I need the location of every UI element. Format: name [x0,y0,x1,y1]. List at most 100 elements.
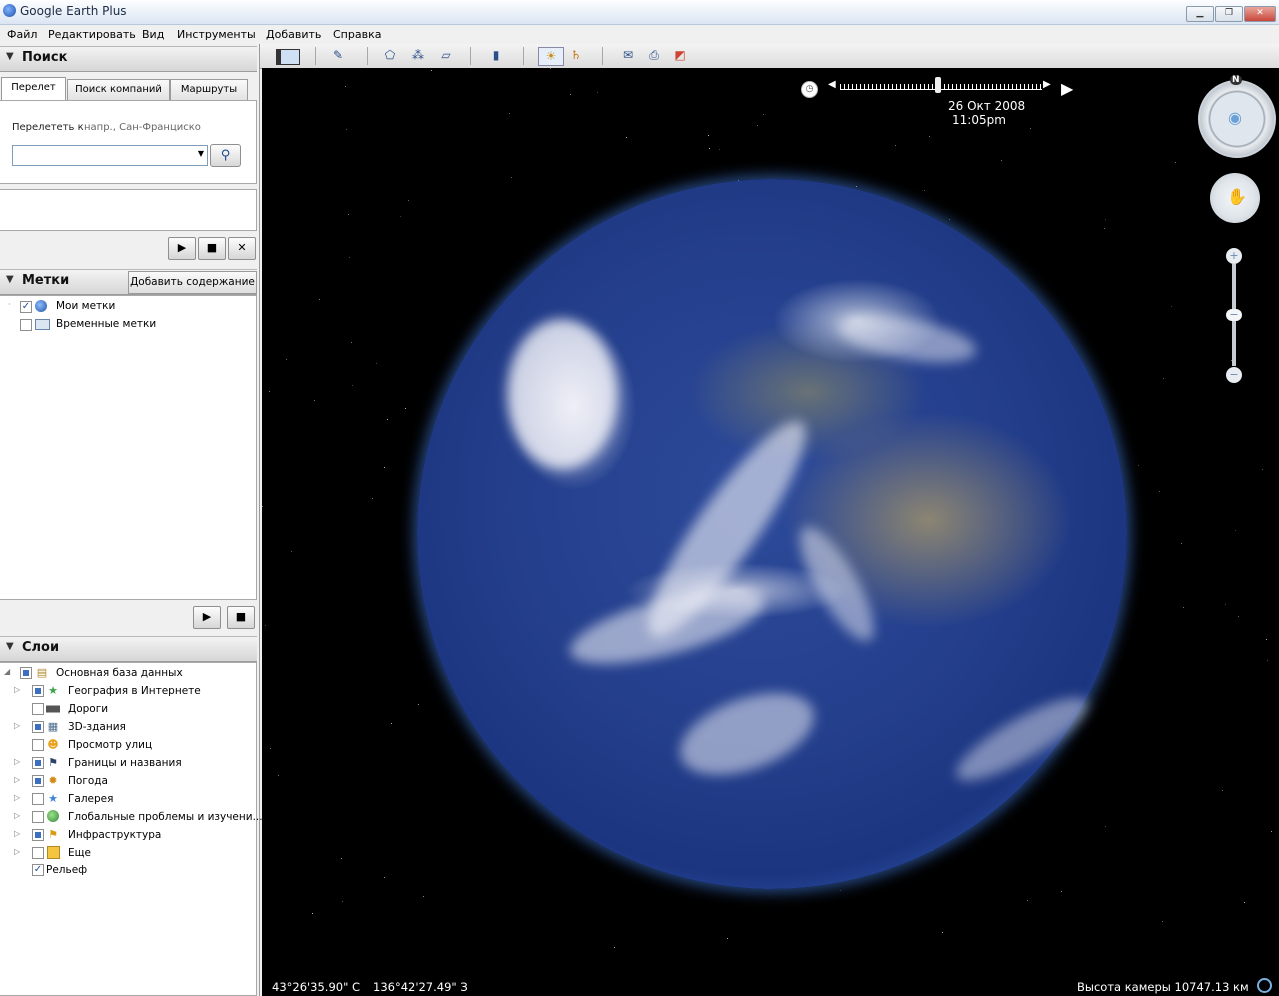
tab-fly-to[interactable]: Перелет [1,77,66,101]
menu-file[interactable]: Файл [7,28,37,41]
zoom-handle[interactable]: − [1226,309,1242,321]
title-bar: Google Earth Plus ▁ ❐ ✕ [0,0,1279,25]
layer-checkbox[interactable] [32,757,44,769]
layer-checkbox[interactable] [32,811,44,823]
temporary-places-checkbox[interactable] [20,319,32,331]
view-in-maps-button[interactable]: ◩ [670,47,690,64]
time-slider-handle[interactable] [935,77,941,93]
dropdown-arrow-icon[interactable]: ▼ [198,149,204,158]
layer-row-primary-database[interactable]: ◢ ▤ Основная база данных [0,665,250,681]
sunlight-button[interactable]: ☀ [538,47,564,66]
sidebar-toggle-button[interactable] [276,49,300,65]
close-button[interactable]: ✕ [1244,6,1276,22]
tour-stop-button[interactable]: ■ [227,606,255,629]
layer-row[interactable]: Дороги [0,701,250,717]
star [1104,228,1105,229]
expand-arrow-icon[interactable]: ▷ [14,847,20,856]
menu-tools[interactable]: Инструменты [177,28,256,41]
expand-arrow-icon[interactable]: ▷ [14,721,20,730]
expand-arrow-icon[interactable]: ▷ [14,685,20,694]
layer-checkbox[interactable] [32,703,44,715]
earth-globe[interactable] [417,179,1127,889]
menu-view[interactable]: Вид [142,28,164,41]
star [1163,378,1164,379]
layer-row-relief[interactable]: ✓ Рельеф [0,862,250,878]
planets-button[interactable]: ♄ [566,47,586,64]
play-animation-icon[interactable]: ▶ [1061,79,1073,98]
layer-checkbox[interactable] [32,739,44,751]
zoom-in-button[interactable]: + [1226,248,1242,264]
maximize-button[interactable]: ❐ [1215,6,1243,22]
map-view[interactable]: ◷ ◀ ▶ ▶ 26 Окт 2008 11:05pm N ◉ ✋ + − − … [262,68,1279,996]
expand-arrow-icon[interactable]: ▷ [14,775,20,784]
layer-row[interactable]: ▷ Глобальные проблемы и изучени... [0,809,263,825]
layer-checkbox[interactable] [32,847,44,859]
play-button[interactable]: ▶ [168,237,196,260]
menu-add[interactable]: Добавить [266,28,321,41]
collapse-triangle-icon[interactable]: ▼ [6,274,14,285]
layer-checkbox[interactable] [32,793,44,805]
tour-play-button[interactable]: ▶ [193,606,221,629]
building-3d-icon: ▦ [47,720,59,733]
stop-button[interactable]: ■ [198,237,226,260]
minimize-button[interactable]: ▁ [1186,6,1214,22]
add-polygon-button[interactable]: ⬠ [380,47,400,64]
clock-icon[interactable]: ◷ [801,81,818,98]
north-label[interactable]: N [1230,75,1242,85]
expand-arrow-icon[interactable]: ▷ [14,829,20,838]
collapse-triangle-icon[interactable]: ▼ [6,51,14,62]
expand-arrow-icon[interactable]: ▷ [14,811,20,820]
layer-row[interactable]: ▷ ⚑ Инфраструктура [0,827,250,843]
star-icon: ★ [48,684,58,697]
layer-row[interactable]: ▷ ★ Галерея [0,791,250,807]
relief-checkbox[interactable]: ✓ [32,864,44,876]
fly-to-input[interactable]: ▼ [12,145,208,166]
add-path-button[interactable]: ⁂ [408,47,428,64]
zoom-slider[interactable]: + − − [1226,248,1242,383]
tree-row-my-places[interactable]: · ✓ Мои метки [0,299,250,315]
add-content-button[interactable]: Добавить содержание [128,271,257,294]
clear-button[interactable]: ✕ [228,237,256,260]
collapse-arrow-icon[interactable]: ◢ [4,667,10,676]
layers-panel-header[interactable]: ▼ Слои [0,636,257,662]
menu-help[interactable]: Справка [333,28,381,41]
database-icon: ▤ [36,666,48,679]
layer-checkbox[interactable] [32,721,44,733]
layer-row[interactable]: ☻ Просмотр улиц [0,737,250,753]
layer-checkbox[interactable] [32,829,44,841]
my-places-checkbox[interactable]: ✓ [20,301,32,313]
email-button[interactable]: ✉ [618,47,638,64]
layer-checkbox[interactable] [20,667,32,679]
zoom-out-button[interactable]: − [1226,367,1242,383]
layer-row[interactable]: ▷ ★ География в Интернете [0,683,250,699]
time-slider-right-arrow-icon[interactable]: ▶ [1043,79,1051,90]
tab-business-search[interactable]: Поиск компаний [67,79,170,100]
tree-row-temporary-places[interactable]: Временные метки [0,317,250,333]
layer-row[interactable]: ▷ ▦ 3D-здания [0,719,250,735]
star [342,901,343,902]
star [949,219,950,220]
time-slider-left-arrow-icon[interactable]: ◀ [828,79,836,90]
layer-row[interactable]: ▷ ✹ Погода [0,773,250,789]
move-joystick[interactable]: ✋ [1210,173,1260,223]
expand-arrow-icon[interactable]: ▷ [14,793,20,802]
layer-checkbox[interactable] [32,685,44,697]
star [1271,831,1272,832]
expand-arrow-icon[interactable]: ▷ [14,757,20,766]
print-button[interactable]: ⎙ [644,47,664,64]
time-slider-track[interactable] [840,84,1042,90]
search-button[interactable]: ⚲ [210,144,241,167]
layer-row[interactable]: ▷ ⚑ Границы и названия [0,755,250,771]
cloud-band [669,677,825,791]
layer-checkbox[interactable] [32,775,44,787]
tab-directions[interactable]: Маршруты [170,79,248,100]
collapse-triangle-icon[interactable]: ▼ [6,641,14,652]
add-overlay-button[interactable]: ▱ [436,47,456,64]
add-placemark-button[interactable]: ✎ [328,47,348,64]
menu-edit[interactable]: Редактировать [48,28,136,41]
layer-row[interactable]: ▷ Еще [0,845,250,861]
ruler-button[interactable]: ▮ [486,47,506,64]
look-joystick[interactable]: N ◉ [1198,75,1276,158]
star [376,363,377,364]
search-panel-header[interactable]: ▼ Поиск [0,46,257,72]
